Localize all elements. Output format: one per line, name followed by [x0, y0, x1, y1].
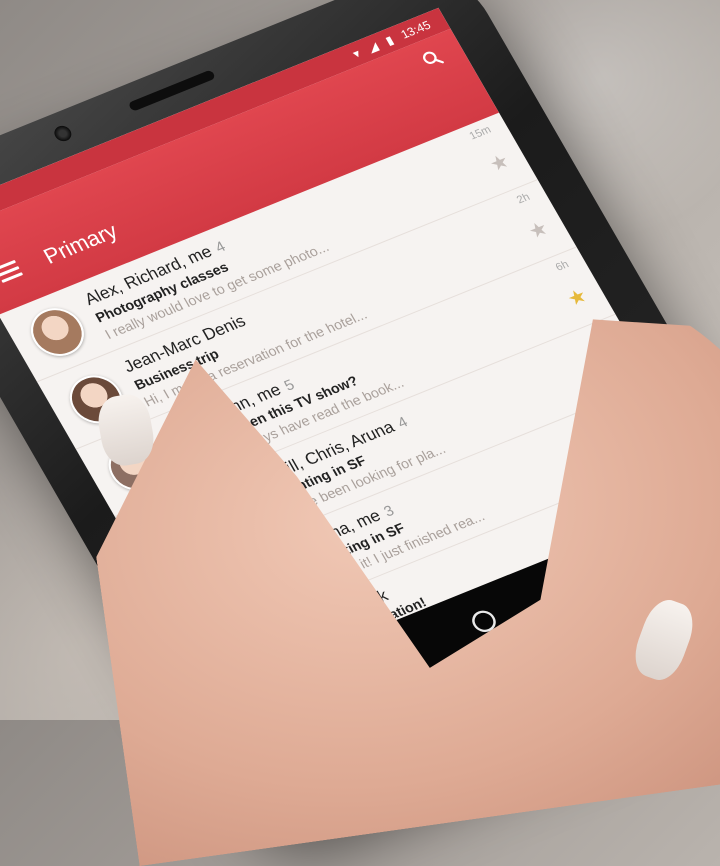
- thread-count: 4: [212, 237, 229, 256]
- signal-icon: ◢: [365, 39, 381, 55]
- app-title: Primary: [39, 218, 122, 269]
- avatar: [21, 300, 94, 364]
- wifi-icon: ▾: [350, 46, 363, 61]
- thread-count: 3: [380, 501, 398, 520]
- front-camera: [51, 123, 75, 144]
- menu-icon[interactable]: [0, 256, 25, 286]
- thread-count: 4: [394, 413, 411, 432]
- battery-icon: ▮: [382, 33, 397, 48]
- thread-count: [388, 585, 397, 600]
- thread-count: 5: [281, 376, 298, 395]
- search-icon[interactable]: [420, 47, 446, 69]
